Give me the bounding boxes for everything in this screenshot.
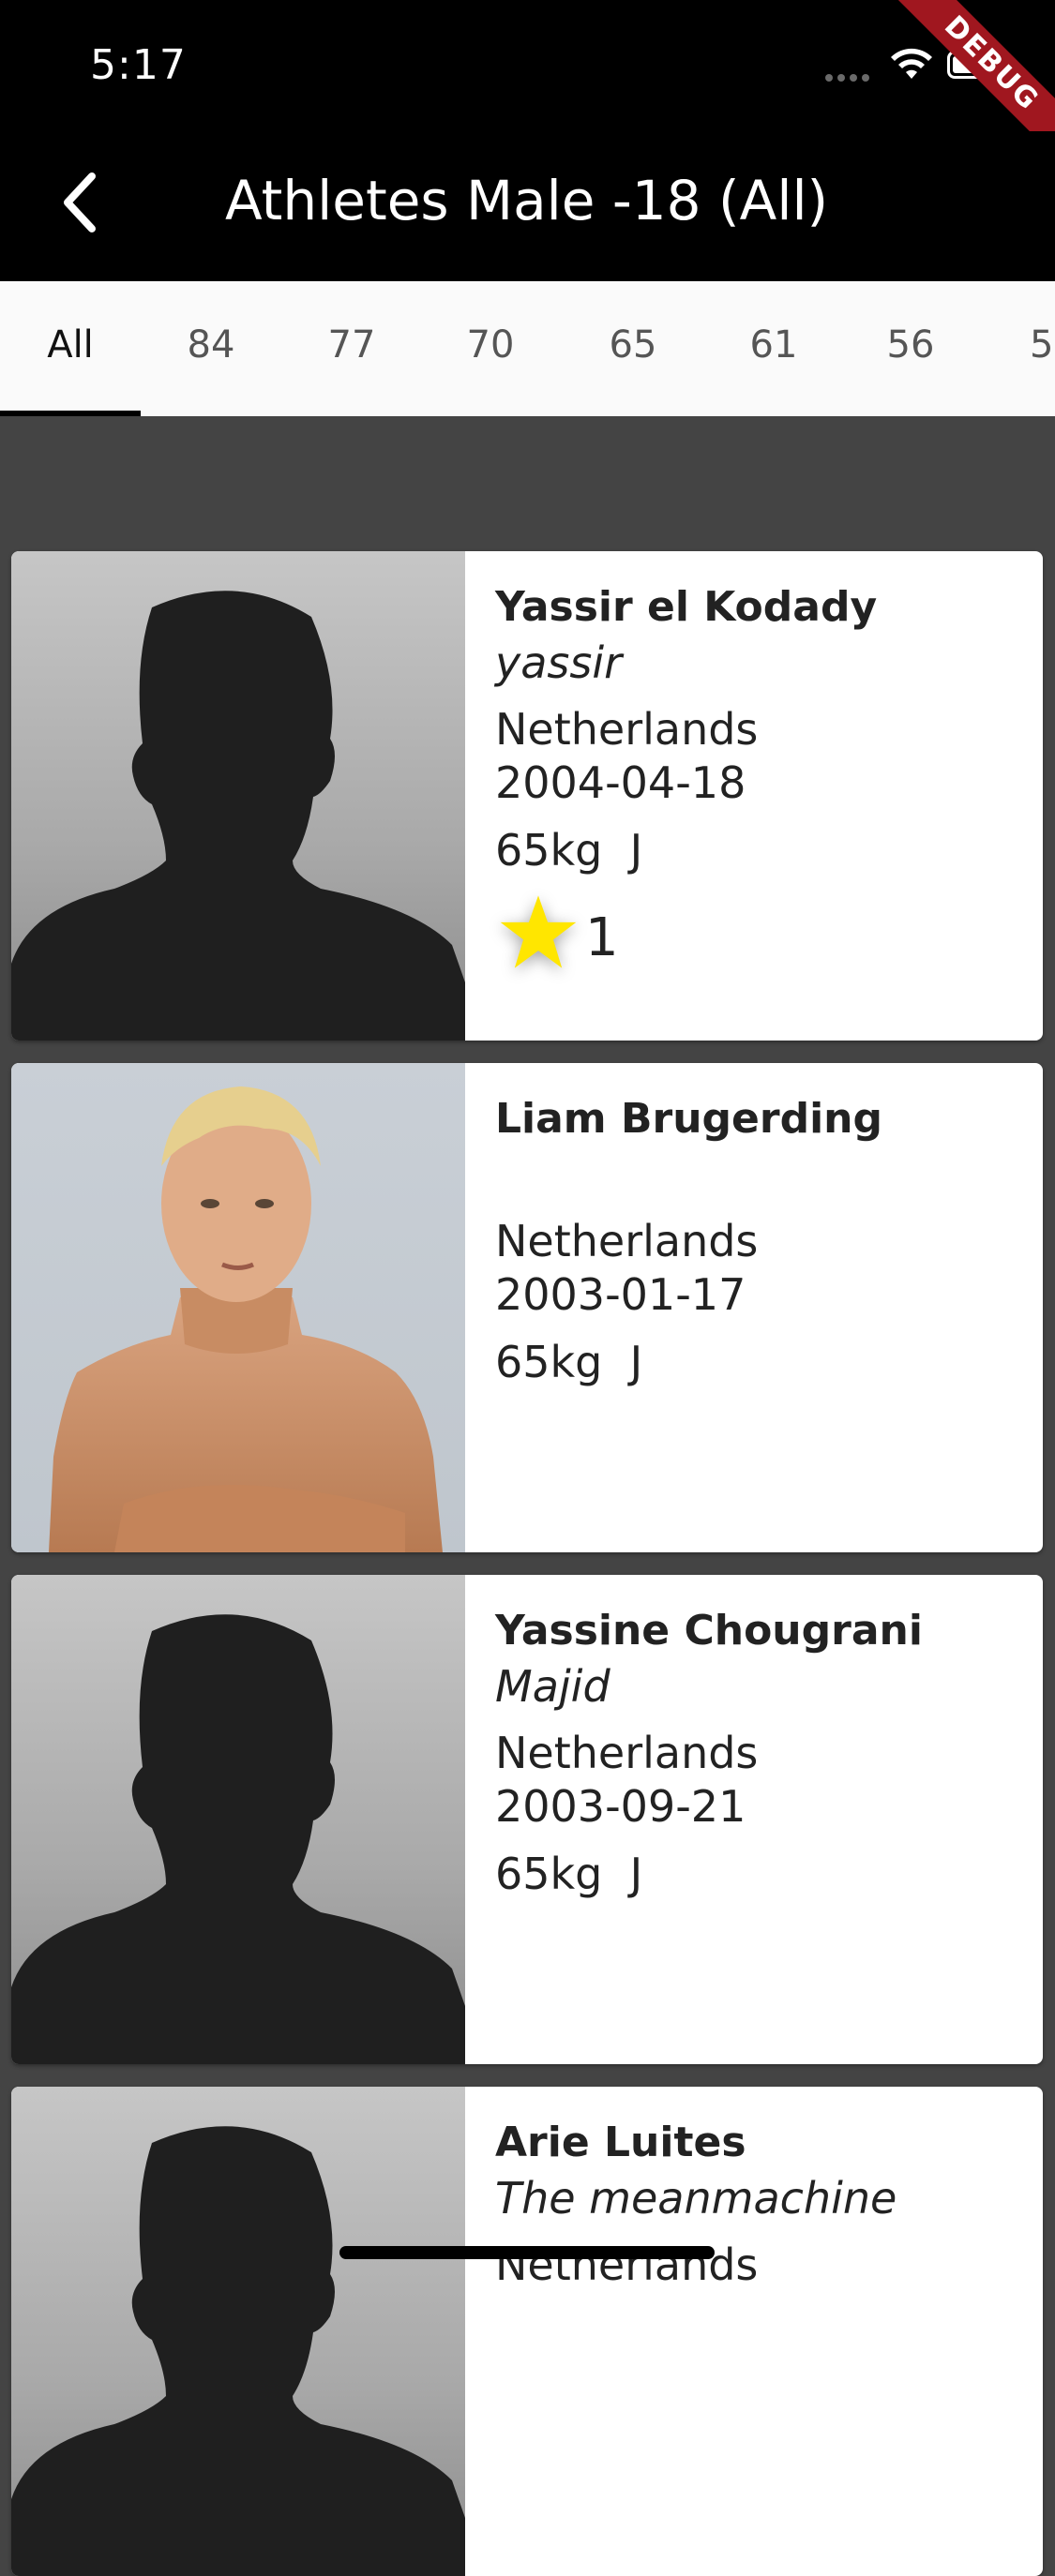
battery-icon xyxy=(947,51,1009,79)
athlete-weight-class: 65kg J xyxy=(495,824,1024,877)
athlete-nickname: yassir xyxy=(495,637,623,688)
athlete-photo xyxy=(11,1575,465,2064)
tab-all[interactable]: All xyxy=(0,281,141,416)
tab-61[interactable]: 61 xyxy=(703,281,844,416)
athlete-weight: 65kg xyxy=(495,1337,603,1387)
tab-partial[interactable]: 5 xyxy=(977,281,1055,416)
tab-65[interactable]: 65 xyxy=(563,281,703,416)
app-bar: Athletes Male -18 (All) xyxy=(0,131,1055,281)
silhouette-icon xyxy=(11,591,465,1041)
athlete-name: Yassine Chougrani xyxy=(495,1607,923,1655)
athlete-country: Netherlands xyxy=(495,1728,759,1778)
athlete-dob: 2003-01-17 xyxy=(495,1269,746,1320)
wifi-icon xyxy=(891,48,932,79)
athlete-country: Netherlands xyxy=(495,1216,759,1266)
athlete-category: J xyxy=(629,1849,643,1899)
athlete-photo xyxy=(11,2087,465,2576)
tab-indicator xyxy=(0,411,141,416)
tab-77[interactable]: 77 xyxy=(281,281,422,416)
athlete-dob: 2004-04-18 xyxy=(495,757,746,808)
back-arrow-icon[interactable] xyxy=(49,165,124,240)
athlete-weight: 65kg xyxy=(495,825,603,876)
star-count: 1 xyxy=(585,907,619,968)
signal-icon xyxy=(825,69,874,86)
athlete-nickname: Majid xyxy=(495,1661,610,1712)
athlete-weight-class: 65kg J xyxy=(495,1336,1024,1389)
athlete-nickname: The meanmachine xyxy=(495,2173,897,2224)
athlete-weight: 65kg xyxy=(495,1849,603,1899)
star-icon xyxy=(500,895,577,968)
athlete-category: J xyxy=(629,825,643,876)
athlete-category: J xyxy=(629,1337,643,1387)
athlete-card[interactable]: Yassir el Kodady yassir Netherlands 2004… xyxy=(11,551,1043,1041)
athlete-photo xyxy=(11,551,465,1041)
silhouette-icon xyxy=(11,2126,465,2576)
tab-56[interactable]: 56 xyxy=(840,281,981,416)
silhouette-icon xyxy=(11,1614,465,2064)
athlete-name: Liam Brugerding xyxy=(495,1095,882,1143)
tab-84[interactable]: 84 xyxy=(141,281,281,416)
athlete-card[interactable]: Arie Luites The meanmachine Netherlands xyxy=(11,2087,1043,2576)
athlete-stars: 1 xyxy=(495,891,1024,975)
athlete-dob: 2003-09-21 xyxy=(495,1781,746,1832)
athlete-name: Yassir el Kodady xyxy=(495,583,878,631)
athlete-name: Arie Luites xyxy=(495,2119,746,2166)
athlete-portrait-image xyxy=(49,1086,443,1552)
page-title: Athletes Male -18 (All) xyxy=(225,169,829,232)
weight-tabs: All 84 77 70 65 61 56 5 xyxy=(0,281,1055,416)
status-bar: 5:17 xyxy=(0,0,1055,131)
tab-70[interactable]: 70 xyxy=(420,281,561,416)
athlete-nickname xyxy=(495,1147,1024,1202)
athlete-photo xyxy=(11,1063,465,1552)
status-time: 5:17 xyxy=(90,41,187,89)
athlete-country: Netherlands xyxy=(495,704,759,755)
home-indicator xyxy=(339,2246,715,2259)
athlete-card[interactable]: Liam Brugerding Netherlands 2003-01-17 6… xyxy=(11,1063,1043,1552)
athlete-card[interactable]: Yassine Chougrani Majid Netherlands 2003… xyxy=(11,1575,1043,2064)
athlete-weight-class: 65kg J xyxy=(495,1848,1024,1901)
